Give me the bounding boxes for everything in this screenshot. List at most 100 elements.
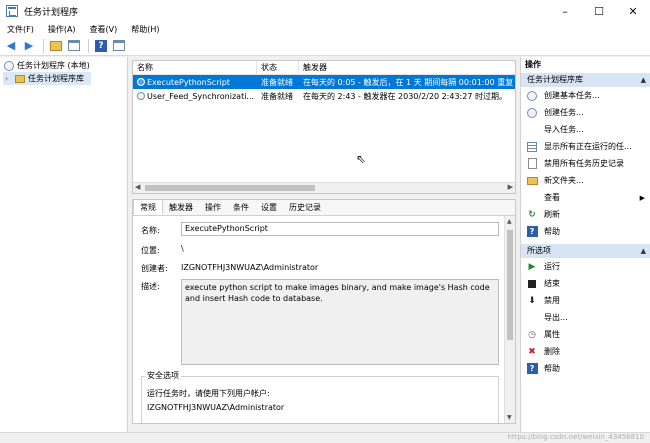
scroll-thumb[interactable] [145, 185, 315, 191]
action-new-folder[interactable]: 新文件夹... [521, 172, 650, 189]
author-value: IZGNOTFHJ3NWUAZ\Administrator [181, 263, 319, 272]
toolbar: ◀ ▶ ? [0, 36, 650, 56]
action-end[interactable]: 结束 [521, 275, 650, 292]
action-label: 新文件夹... [544, 176, 584, 185]
action-label: 查看 [544, 193, 560, 202]
stop-icon [528, 279, 536, 288]
action-refresh[interactable]: ↻ 刷新 [521, 206, 650, 223]
folder-icon [15, 74, 25, 83]
menu-view[interactable]: 查看(V) [83, 24, 125, 35]
location-value: \ [181, 244, 184, 253]
tab-actions[interactable]: 操作 [199, 200, 227, 215]
description-field[interactable]: execute python script to make images bin… [181, 279, 499, 365]
close-button[interactable]: ✕ [616, 0, 650, 22]
mouse-cursor-icon: ⇖ [356, 152, 367, 166]
task-clock-icon [137, 77, 145, 86]
action-label: 帮助 [544, 364, 560, 373]
delete-icon: ✖ [528, 346, 536, 357]
menu-bar: 文件(F) 操作(A) 查看(V) 帮助(H) [0, 22, 650, 36]
collapse-caret-icon[interactable]: ▲ [641, 244, 646, 258]
detail-vertical-scrollbar[interactable]: ▲ ▼ [504, 216, 515, 423]
blank-icon [527, 313, 537, 323]
folder-icon [526, 176, 538, 185]
actions-group-library[interactable]: 任务计划程序库 ▲ [521, 73, 650, 87]
action-show-running-tasks[interactable]: 显示所有正在运行的任... [521, 138, 650, 155]
back-arrow-icon[interactable]: ◀ [3, 38, 19, 54]
action-label: 创建基本任务... [544, 91, 600, 100]
refresh-icon: ↻ [528, 209, 536, 220]
scroll-down-icon[interactable]: ▼ [507, 414, 512, 421]
menu-action[interactable]: 操作(A) [41, 24, 83, 35]
action-export[interactable]: 导出... [521, 309, 650, 326]
task-list-header: 名称 状态 触发器 [133, 61, 515, 75]
menu-file[interactable]: 文件(F) [0, 24, 41, 35]
status-bar: https://blog.csdn.net/weixin_43456810 [0, 432, 650, 443]
action-delete[interactable]: ✖ 删除 [521, 343, 650, 360]
action-label: 结束 [544, 279, 560, 288]
task-list-horizontal-scrollbar[interactable]: ◀ ▶ [133, 182, 515, 193]
action-view[interactable]: 查看 ▶ [521, 189, 650, 206]
expand-chevron-icon[interactable]: › [5, 74, 13, 83]
tree-root[interactable]: 任务计划程序 (本地) [0, 59, 127, 72]
collapse-caret-icon[interactable]: ▲ [641, 73, 646, 87]
action-label: 帮助 [544, 227, 560, 236]
tab-settings[interactable]: 设置 [255, 200, 283, 215]
action-import-task[interactable]: 导入任务... [521, 121, 650, 138]
tab-general[interactable]: 常规 [133, 200, 163, 215]
action-disable-history[interactable]: 禁用所有任务历史记录 [521, 155, 650, 172]
column-header-name[interactable]: 名称 [133, 61, 257, 75]
scroll-up-icon[interactable]: ▲ [507, 218, 512, 225]
clock-icon [527, 107, 537, 118]
scroll-left-icon[interactable]: ◀ [135, 183, 140, 191]
task-row[interactable]: ExecutePythonScript 准备就绪 在每天的 0:05 - 触发后… [133, 75, 515, 89]
scroll-thumb[interactable] [507, 230, 513, 340]
maximize-button[interactable]: ☐ [582, 0, 616, 22]
action-label: 刷新 [544, 210, 560, 219]
action-label: 显示所有正在运行的任... [544, 142, 632, 151]
action-help-selected[interactable]: ? 帮助 [521, 360, 650, 377]
show-action-pane-button[interactable] [111, 38, 127, 54]
action-properties[interactable]: ◷ 属性 [521, 326, 650, 343]
help-button[interactable]: ? [93, 38, 109, 54]
show-hide-tree-button[interactable] [66, 38, 82, 54]
minimize-button[interactable]: – [548, 0, 582, 22]
column-header-trigger[interactable]: 触发器 [299, 61, 515, 75]
submenu-arrow-icon: ▶ [639, 193, 645, 202]
blank-icon [527, 125, 537, 135]
description-label: 描述: [141, 282, 160, 291]
tab-triggers[interactable]: 触发器 [163, 200, 199, 215]
forward-arrow-icon[interactable]: ▶ [21, 38, 37, 54]
security-options-group [141, 376, 499, 423]
help-icon: ? [95, 39, 107, 52]
action-help[interactable]: ? 帮助 [521, 223, 650, 240]
action-create-basic-task[interactable]: 创建基本任务... [521, 87, 650, 104]
column-header-status[interactable]: 状态 [257, 61, 299, 75]
action-disable[interactable]: ⬇ 禁用 [521, 292, 650, 309]
blank-icon [527, 193, 537, 203]
task-name: User_Feed_Synchronizati... [147, 91, 255, 101]
actions-group-selected-label: 所选项 [527, 246, 551, 255]
name-field[interactable]: ExecutePythonScript [181, 222, 499, 236]
run-icon: ▶ [528, 261, 536, 272]
tree-item-library[interactable]: › 任务计划程序库 [3, 72, 91, 85]
tab-conditions[interactable]: 条件 [227, 200, 255, 215]
author-label: 创建者: [141, 264, 168, 273]
task-row[interactable]: User_Feed_Synchronizati... 准备就绪 在每天的 2:4… [133, 89, 515, 103]
action-label: 禁用所有任务历史记录 [544, 159, 624, 168]
menu-help[interactable]: 帮助(H) [124, 24, 166, 35]
task-name: ExecutePythonScript [147, 77, 230, 87]
action-create-task[interactable]: 创建任务... [521, 104, 650, 121]
actions-group-selected[interactable]: 所选项 ▲ [521, 244, 650, 258]
action-label: 导出... [544, 313, 568, 322]
action-label: 运行 [544, 262, 560, 271]
task-list: 名称 状态 触发器 ExecutePythonScript 准备就绪 在每天的 … [132, 60, 516, 194]
tab-history[interactable]: 历史记录 [283, 200, 327, 215]
up-folder-button[interactable] [48, 38, 64, 54]
detail-tabs: 常规 触发器 操作 条件 设置 历史记录 [133, 200, 515, 216]
action-run[interactable]: ▶ 运行 [521, 258, 650, 275]
action-label: 属性 [544, 330, 560, 339]
window-controls: – ☐ ✕ [548, 0, 650, 22]
navigation-tree: 任务计划程序 (本地) › 任务计划程序库 [0, 57, 128, 432]
location-label: 位置: [141, 246, 160, 255]
scroll-right-icon[interactable]: ▶ [508, 183, 513, 191]
